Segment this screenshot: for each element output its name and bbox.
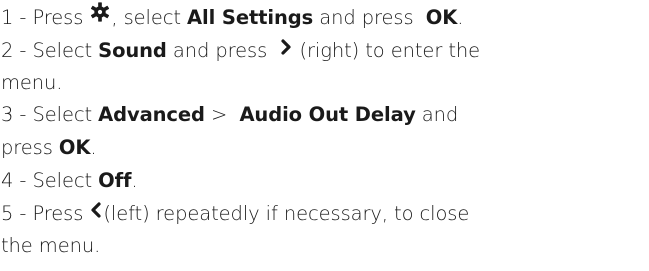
step-text: Press [32,202,84,225]
chevron-right-icon [279,35,293,65]
menu-term-audio-out-delay: Audio Out Delay [239,103,416,126]
step-text: press [1,136,53,159]
step-2: 2 - Select Sound and press (right) to en… [1,36,480,66]
menu-term-sound: Sound [98,39,167,62]
step-text: . [457,6,464,29]
step-text: menu. [1,71,63,94]
step-text: Press [32,6,84,29]
step-1: 1 - Press , select All Settings and pres… [1,1,464,33]
key-ok: OK [425,6,458,29]
step-4: 4 - Select Off. [1,166,138,196]
step-5-continued: the menu. [1,231,100,261]
step-3-continued: press OK. [1,133,97,163]
step-text: and [421,103,459,126]
step-text: Select [32,39,93,62]
menu-term-off: Off [98,169,132,192]
step-text: , select [111,6,181,29]
step-text: and press [172,39,268,62]
step-number: 1 - [1,6,27,29]
step-text: and press [319,6,414,29]
step-3: 3 - Select Advanced > Audio Out Delay an… [1,100,458,130]
key-ok: OK [58,136,91,159]
step-number: 4 - [1,169,27,192]
separator: > [210,103,228,126]
chevron-left-icon [89,198,103,228]
step-text: Select [32,103,93,126]
step-text: Select [32,169,93,192]
step-number: 5 - [1,202,27,225]
menu-term-all-settings: All Settings [187,6,314,29]
step-2-continued: menu. [1,68,63,98]
step-number: 3 - [1,103,27,126]
step-5: 5 - Press (left) repeatedly if necessary… [1,199,469,229]
gear-icon [89,1,111,32]
menu-term-advanced: Advanced [98,103,205,126]
step-text: (left) repeatedly if necessary, to close [103,202,470,225]
step-text: the menu. [1,234,101,257]
step-text: . [131,169,138,192]
step-text: . [90,136,97,159]
step-number: 2 - [1,39,27,62]
step-text: (right) to enter the [299,39,481,62]
